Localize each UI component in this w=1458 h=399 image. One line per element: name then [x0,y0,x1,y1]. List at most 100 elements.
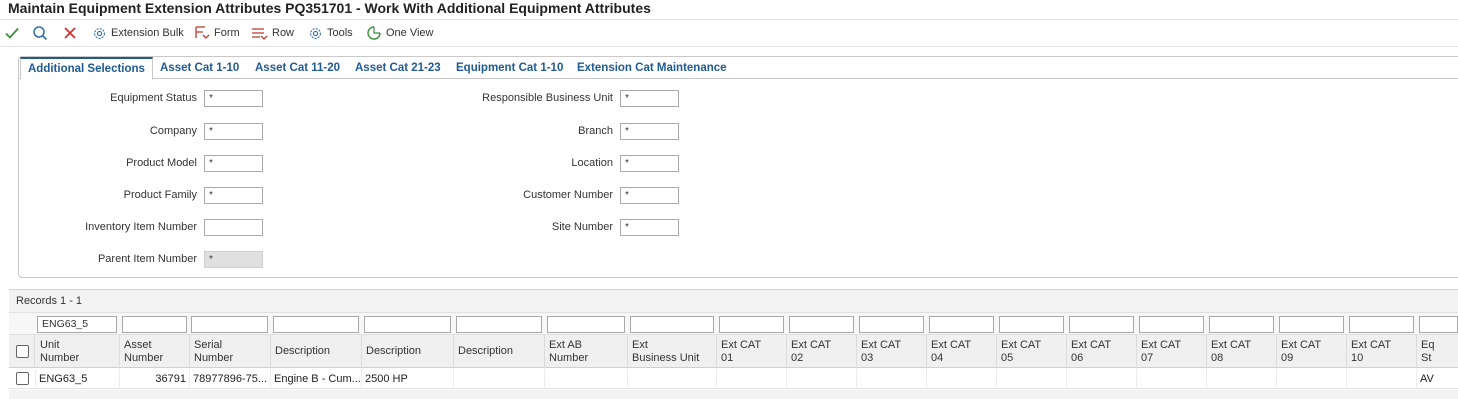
qbe-ext-cat-07[interactable] [1139,316,1204,333]
customer-number-field[interactable]: * [620,187,679,204]
branch-field[interactable]: * [620,123,679,140]
qbe-ext-cat-09[interactable] [1279,316,1344,333]
site-number-field[interactable]: * [620,219,679,236]
form-menu-button[interactable]: Form [194,22,240,44]
col-ext-cat-08[interactable]: Ext CAT 08 [1207,335,1277,368]
col-description-1[interactable]: Description [271,335,362,368]
col-ext-cat-07[interactable]: Ext CAT 07 [1137,335,1207,368]
col-ext-cat-06[interactable]: Ext CAT 06 [1067,335,1137,368]
col-description-3[interactable]: Description [454,335,545,368]
ok-button[interactable] [3,22,21,44]
cell-ext-cat-06[interactable] [1067,369,1137,389]
qbe-serial-number[interactable] [191,316,268,333]
qbe-ext-cat-05[interactable] [999,316,1064,333]
cell-eq-status[interactable]: AV [1417,369,1458,389]
parent-item-number-label: Parent Item Number [97,253,197,265]
extension-bulk-button[interactable]: Extension Bulk [92,22,184,44]
checkmark-icon [5,27,19,39]
one-view-button[interactable]: One View [366,22,434,44]
qbe-description-1[interactable] [273,316,359,333]
tab-asset-cat-11-20[interactable]: Asset Cat 11-20 [255,57,340,79]
col-ext-cat-05[interactable]: Ext CAT 05 [997,335,1067,368]
table-row[interactable]: ENG63_5 36791 78977896-75... Engine B - … [9,369,1458,389]
qbe-ext-cat-02[interactable] [789,316,854,333]
qbe-description-2[interactable] [364,316,451,333]
qbe-ext-cat-03[interactable] [859,316,924,333]
product-family-field[interactable]: * [204,187,263,204]
extension-bulk-label: Extension Bulk [111,27,184,39]
cell-ext-cat-02[interactable] [787,369,857,389]
cell-description-3[interactable] [454,369,545,389]
cell-description-1[interactable]: Engine B - Cum... [271,369,362,389]
cell-ext-cat-07[interactable] [1137,369,1207,389]
cell-serial-number[interactable]: 78977896-75... [190,369,271,389]
location-label: Location [571,157,613,169]
qbe-eq-status[interactable] [1419,316,1458,333]
search-icon [33,26,48,41]
col-ext-cat-03[interactable]: Ext CAT 03 [857,335,927,368]
tab-equipment-cat-1-10[interactable]: Equipment Cat 1-10 [456,57,563,79]
row-menu-button[interactable]: Row [251,22,294,44]
tools-menu-button[interactable]: Tools [308,22,353,44]
col-description-2[interactable]: Description [362,335,454,368]
col-ext-cat-04[interactable]: Ext CAT 04 [927,335,997,368]
qbe-description-3[interactable] [456,316,542,333]
col-serial-number-label-1: Serial [194,338,223,351]
col-ext-cat-01[interactable]: Ext CAT 01 [717,335,787,368]
equipment-status-field[interactable]: * [204,90,263,107]
col-ext-cat-06-label-1: Ext CAT [1071,338,1112,351]
cell-ext-cat-09[interactable] [1277,369,1347,389]
col-eq-status-label-2: St [1421,351,1432,364]
qbe-asset-number[interactable] [122,316,187,333]
qbe-ext-cat-04[interactable] [929,316,994,333]
col-ext-cat-10[interactable]: Ext CAT 10 [1347,335,1417,368]
col-unit-number[interactable]: Unit Number [36,335,120,368]
inventory-item-number-field[interactable] [204,219,263,236]
cell-ext-cat-04[interactable] [927,369,997,389]
row-checkbox[interactable] [16,372,29,385]
col-ext-ab-number-label-2: Number [549,351,589,364]
qbe-ext-cat-01[interactable] [719,316,784,333]
tab-asset-cat-1-10[interactable]: Asset Cat 1-10 [160,57,239,79]
select-all-cell [9,335,35,368]
one-view-icon [367,26,381,40]
tab-additional-selections[interactable]: Additional Selections [20,57,153,80]
company-field[interactable]: * [204,123,263,140]
tab-asset-cat-21-23[interactable]: Asset Cat 21-23 [355,57,441,79]
cell-ext-cat-01[interactable] [717,369,787,389]
tab-strip: Additional Selections Asset Cat 1-10 Ass… [19,57,1458,80]
col-ext-ab-number[interactable]: Ext AB Number [545,335,628,368]
cell-unit-number[interactable]: ENG63_5 [36,369,120,389]
cell-ext-cat-03[interactable] [857,369,927,389]
cell-ext-cat-10[interactable] [1347,369,1417,389]
col-ext-cat-09[interactable]: Ext CAT 09 [1277,335,1347,368]
product-model-field[interactable]: * [204,155,263,172]
col-ext-cat-07-label-2: 07 [1141,351,1154,364]
responsible-business-unit-field[interactable]: * [620,90,679,107]
location-field[interactable]: * [620,155,679,172]
col-serial-number[interactable]: Serial Number [190,335,271,368]
col-unit-number-label-1: Unit [40,338,60,351]
qbe-ext-cat-10[interactable] [1349,316,1414,333]
tab-extension-cat-maintenance[interactable]: Extension Cat Maintenance [577,57,727,79]
close-button[interactable] [61,22,79,44]
qbe-ext-cat-08[interactable] [1209,316,1274,333]
qbe-unit-number[interactable]: ENG63_5 [37,316,117,333]
cell-asset-number[interactable]: 36791 [120,369,190,389]
col-asset-number[interactable]: Asset Number [120,335,190,368]
select-all-checkbox[interactable] [16,345,29,358]
col-eq-status[interactable]: Eq St [1417,335,1458,368]
cell-ext-cat-05[interactable] [997,369,1067,389]
col-ext-cat-02[interactable]: Ext CAT 02 [787,335,857,368]
cell-ext-business-unit[interactable] [628,369,717,389]
cell-description-2[interactable]: 2500 HP [362,369,454,389]
find-button[interactable] [31,22,49,44]
qbe-ext-business-unit[interactable] [630,316,714,333]
row-menu-icon [252,28,268,40]
qbe-ext-cat-06[interactable] [1069,316,1134,333]
qbe-ext-ab-number[interactable] [547,316,625,333]
col-ext-business-unit[interactable]: Ext Business Unit [628,335,717,368]
cell-ext-cat-08[interactable] [1207,369,1277,389]
col-ext-cat-03-label-2: 03 [861,351,874,364]
cell-ext-ab-number[interactable] [545,369,628,389]
